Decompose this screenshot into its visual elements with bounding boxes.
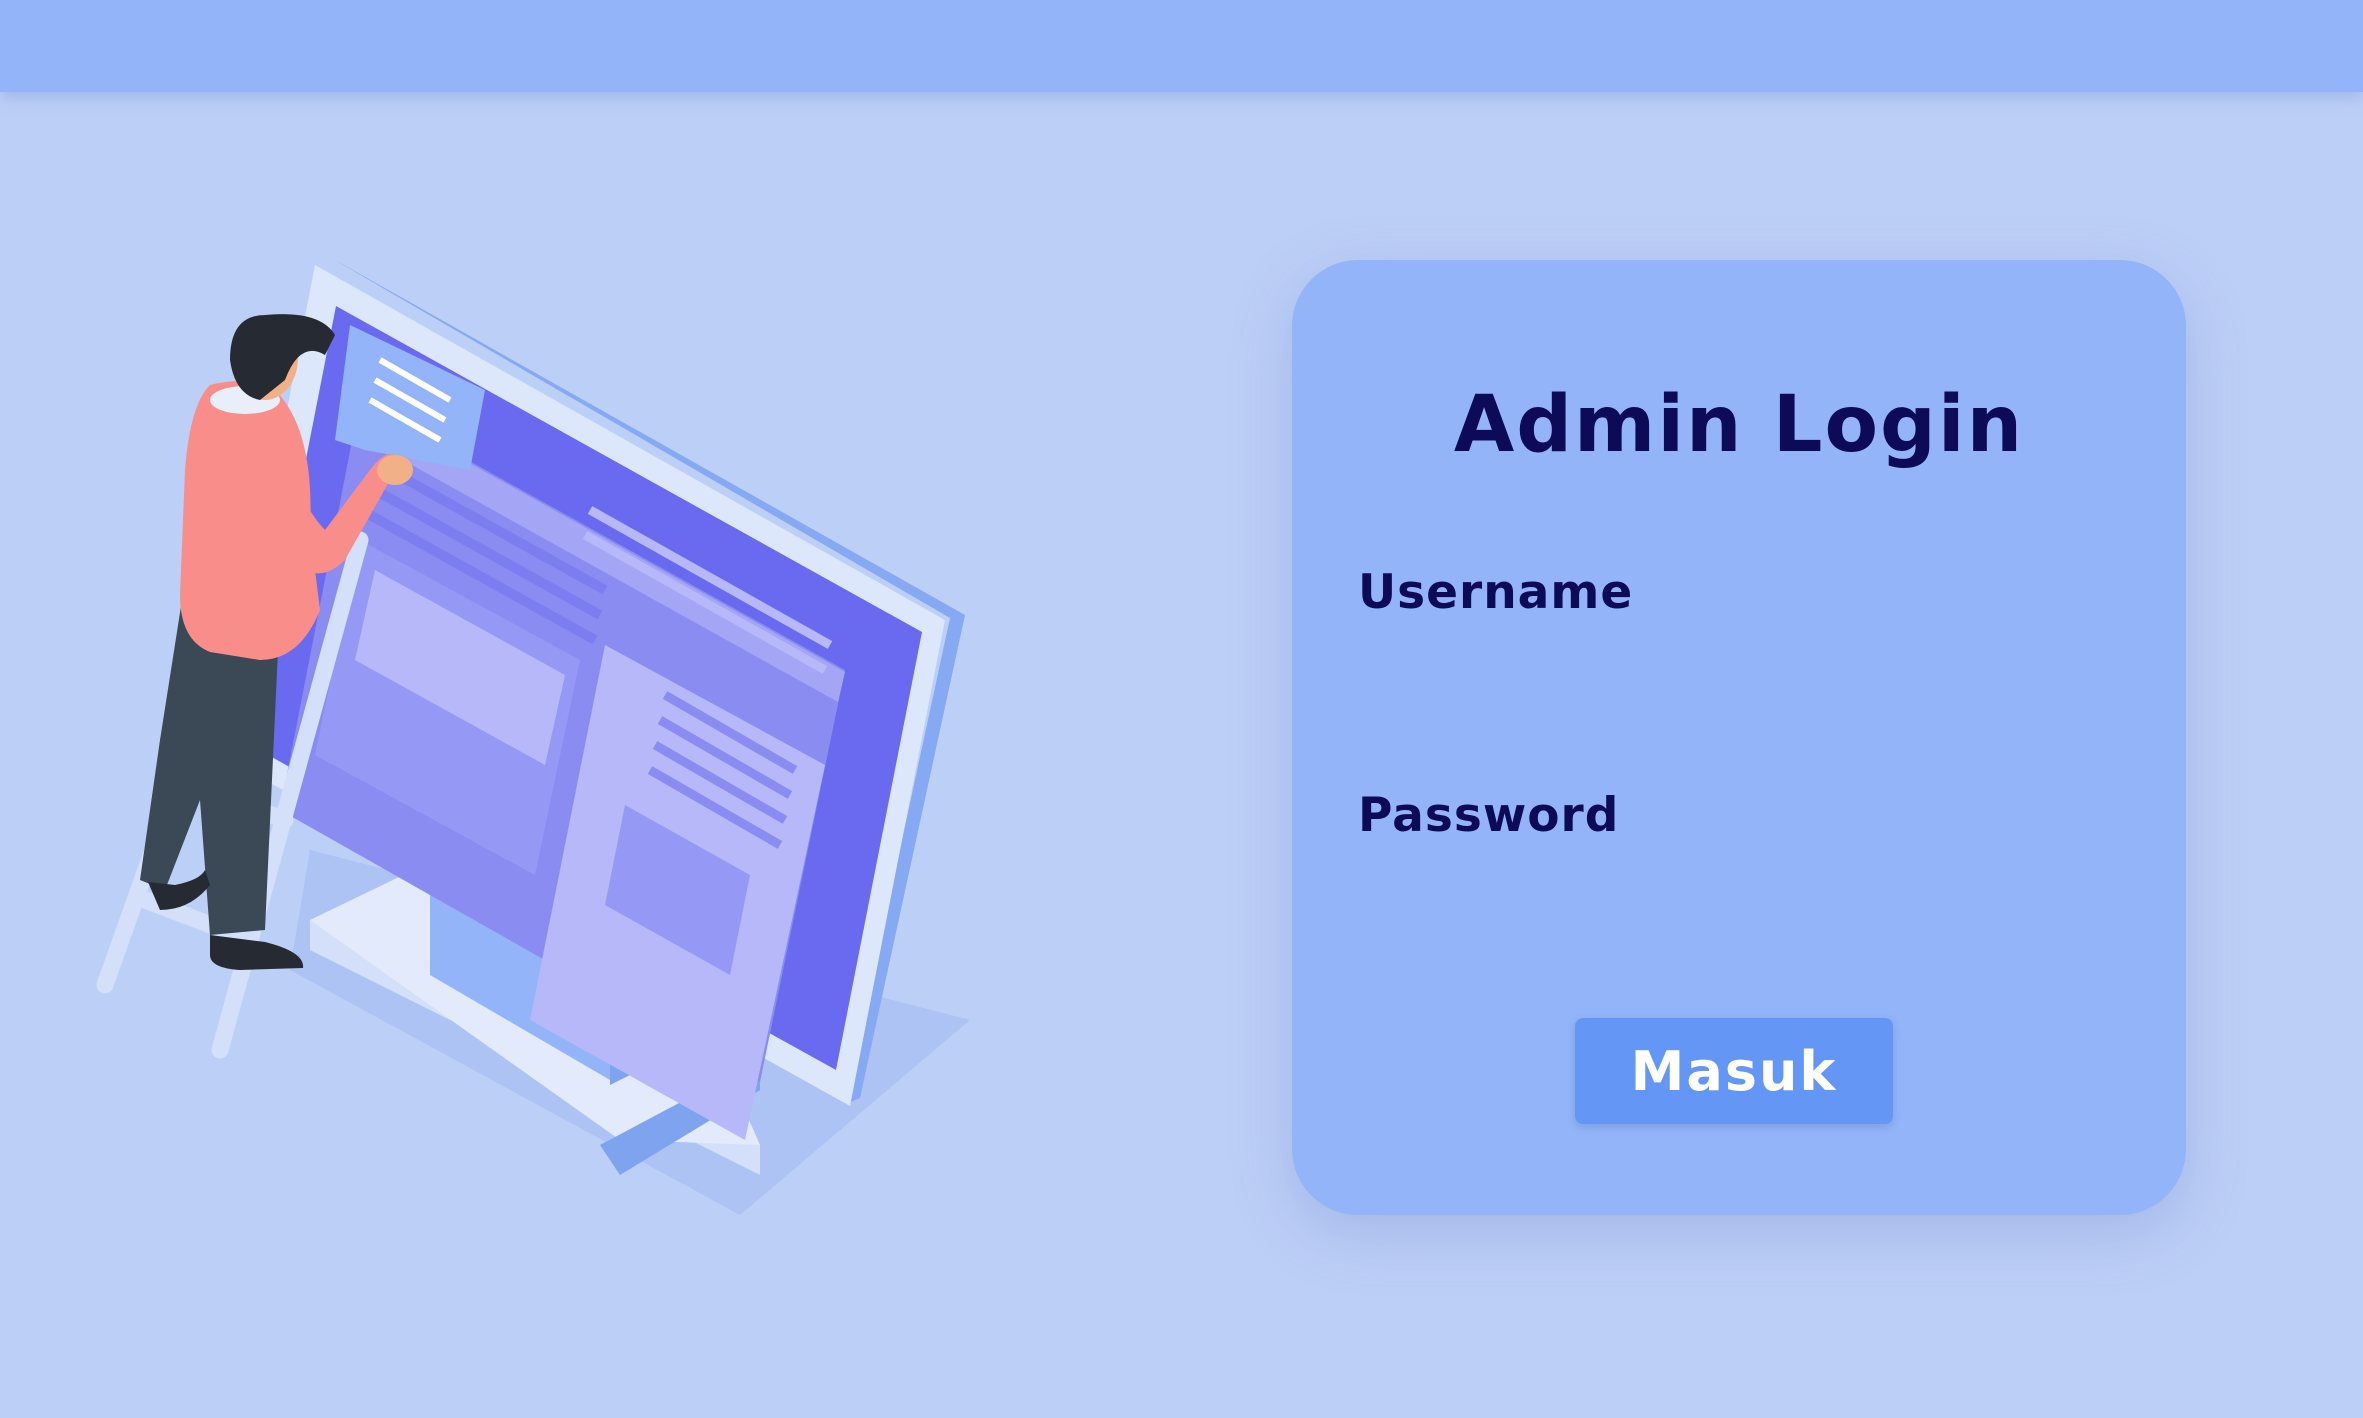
login-title: Admin Login [1453,380,2025,470]
submit-button[interactable]: Masuk [1575,1018,1893,1124]
person-hand [377,455,413,485]
login-card: Admin Login Username Password Masuk [1292,260,2186,1215]
password-label: Password [1358,788,1620,843]
person-at-monitor-illustration [96,260,970,1215]
username-input[interactable] [1358,638,2122,710]
top-bar [0,0,2363,92]
username-label: Username [1358,565,1634,620]
password-input[interactable] [1358,860,2122,932]
